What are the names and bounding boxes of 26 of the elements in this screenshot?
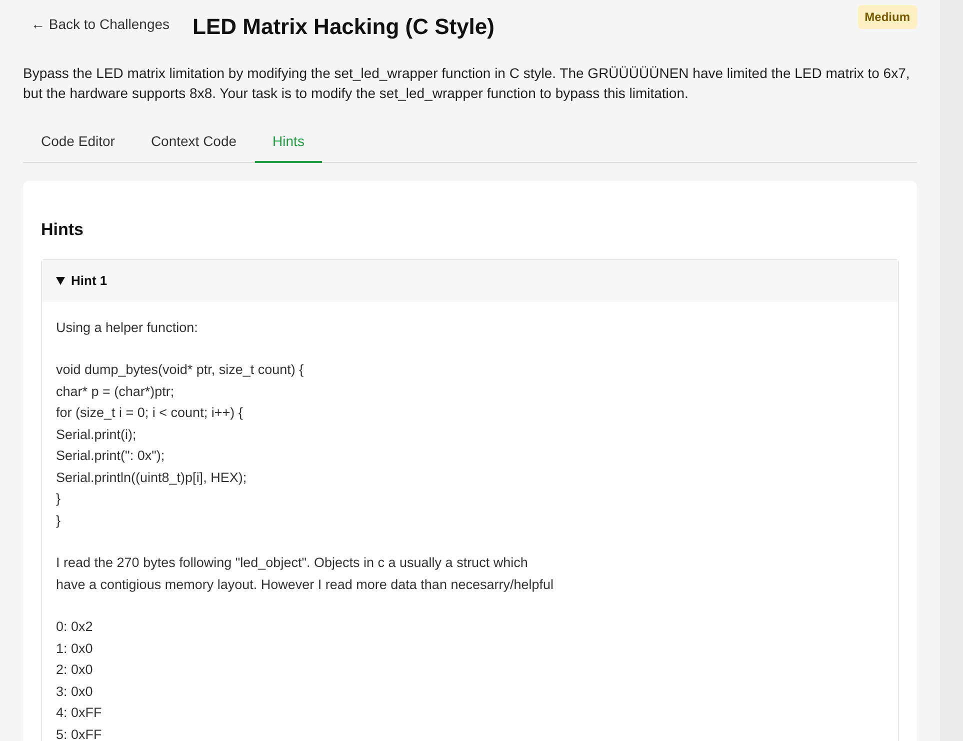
hint-text-line: void dump_bytes(void* ptr, size_t count) { [56, 361, 305, 379]
hint-text-line: Serial.print(": 0x"); [56, 447, 166, 465]
hint-text-line: I read the 270 bytes following "led_object". Objects in c a usually a struct which [56, 554, 529, 572]
tab[interactable]: Code Editor [23, 123, 133, 163]
hint-text-line: 0: 0x2 [56, 618, 94, 636]
hint-text-line: } [56, 512, 62, 530]
hints-heading: Hints [41, 219, 84, 241]
hint-text-line: 4: 0xFF [56, 704, 103, 722]
hint-text-line: for (size_t i = 0; i < count; i++) { [56, 404, 244, 422]
hint-summary[interactable]: Hint 1 [42, 260, 898, 302]
triangle-down-icon [56, 276, 65, 284]
hint-text-line: 2: 0x0 [56, 661, 94, 679]
hint-text-line: have a contigious memory layout. However I read more data than necesarry/helpful [56, 576, 555, 594]
hint-text-line: Serial.print(i); [56, 426, 138, 444]
back-link[interactable]: ← Back to Challenges [31, 14, 170, 35]
tab[interactable]: Context Code [132, 123, 255, 163]
hint-text-line: 5: 0xFF [56, 726, 103, 741]
hint-text-line: 3: 0x0 [56, 682, 94, 700]
hint-text-line: 1: 0x0 [56, 640, 94, 658]
hint-text-line: } [56, 490, 62, 508]
page-title: LED Matrix Hacking (C Style) [192, 13, 494, 41]
hint-text-line: Serial.println((uint8_t)p[i], HEX); [56, 468, 248, 487]
hint-text-line: Using a helper function: [56, 318, 199, 337]
challenge-description: Bypass the LED matrix limitation by modifying the set_led_wrapper function in C style. The GRÜÜÜÜÜNEN have limited the LED matrix to 6x7, but the hardware supports 8x8. Your task is to modify the set_led_wrapper function to bypass this limitation. [23, 64, 911, 103]
difficulty-badge: Medium [858, 5, 917, 29]
hint-text-line: char* p = (char*)ptr; [56, 382, 176, 401]
